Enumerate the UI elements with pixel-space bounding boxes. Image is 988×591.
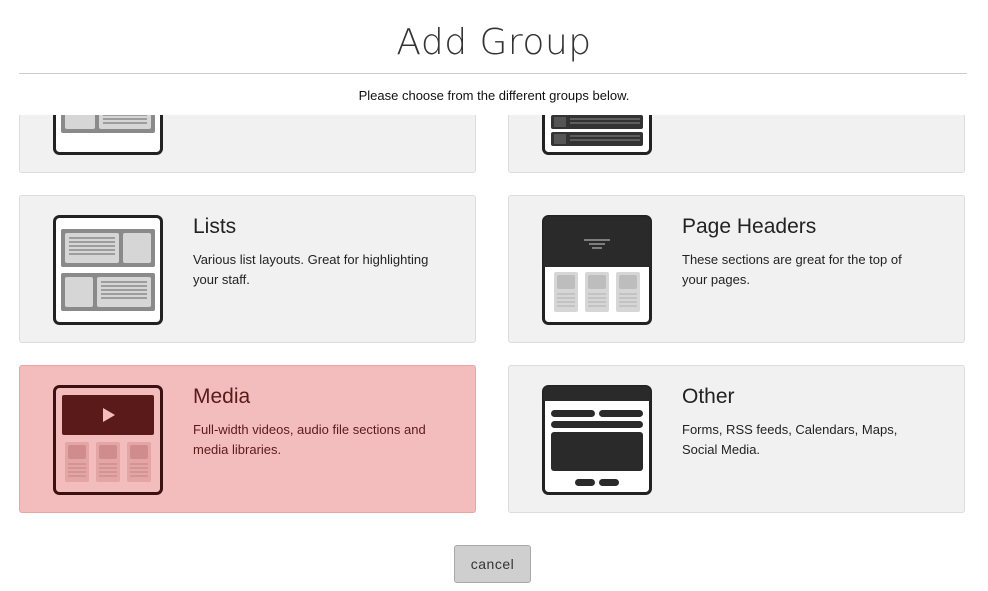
group-card-media[interactable]: Media Full-width videos, audio file sect…: [19, 365, 476, 513]
group-list[interactable]: Lists Various list layouts. Great for hi…: [0, 115, 988, 525]
page-header-layout-icon: [542, 215, 652, 325]
group-card-lists[interactable]: Lists Various list layouts. Great for hi…: [19, 195, 476, 343]
group-card-partial-left[interactable]: [19, 115, 476, 173]
group-thumbnail: [53, 385, 163, 495]
group-title: Media: [193, 385, 251, 408]
layout-thumbnail-icon: [542, 115, 652, 155]
group-thumbnail: [542, 385, 652, 495]
group-description: Various list layouts. Great for highligh…: [193, 252, 429, 287]
title-divider: [19, 73, 967, 74]
group-title: Other: [682, 385, 735, 408]
group-title: Lists: [193, 215, 237, 238]
group-thumbnail: [53, 215, 163, 325]
cancel-button[interactable]: cancel: [454, 545, 531, 583]
dialog-title: Add Group: [396, 22, 592, 63]
group-card-other[interactable]: Other Forms, RSS feeds, Calendars, Maps,…: [508, 365, 965, 513]
group-thumbnail: [53, 115, 163, 155]
group-description: Full-width videos, audio file sections a…: [193, 422, 426, 457]
layout-thumbnail-icon: [53, 115, 163, 155]
group-card-page-headers[interactable]: Page Headers These sections are great fo…: [508, 195, 965, 343]
group-thumbnail: [542, 115, 652, 155]
group-title: Page Headers: [682, 215, 817, 238]
group-card-partial-right[interactable]: [508, 115, 965, 173]
list-layout-icon: [53, 215, 163, 325]
dialog-subtitle: Please choose from the different groups …: [358, 88, 630, 103]
group-description: Forms, RSS feeds, Calendars, Maps, Socia…: [682, 422, 898, 457]
group-description: These sections are great for the top of …: [682, 252, 902, 287]
group-thumbnail: [542, 215, 652, 325]
other-layout-icon: [542, 385, 652, 495]
media-layout-icon: [53, 385, 163, 495]
